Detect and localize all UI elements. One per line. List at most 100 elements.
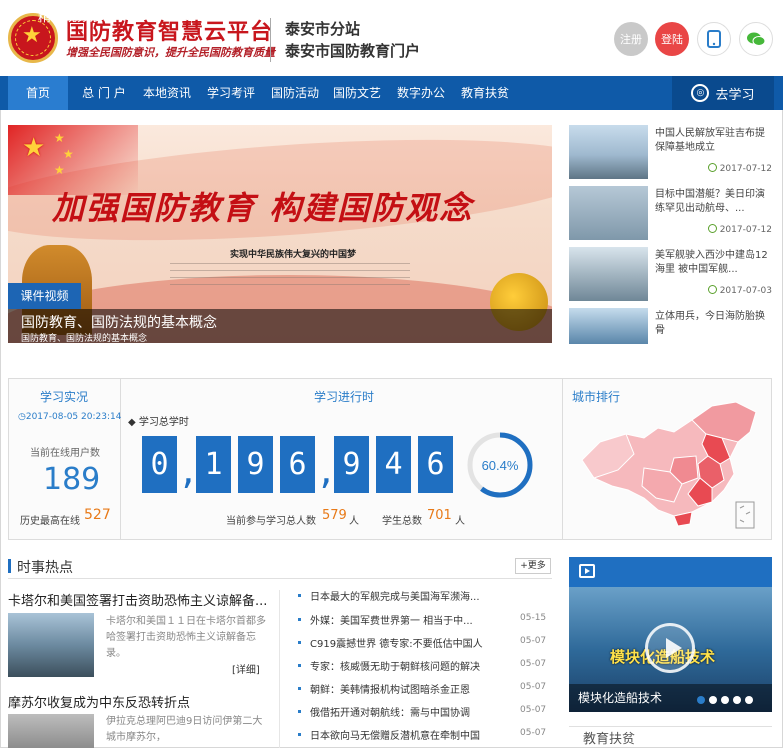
side-news-date: 2017-07-12 [707,224,772,235]
news-list-item[interactable]: 朝鲜：美韩情报机构试图暗杀金正恩 05-07 [298,681,546,697]
lead-news-thumbnail[interactable] [8,613,94,677]
go-study-button[interactable]: ◎ 去学习 [672,76,774,110]
bullet-icon [298,618,301,621]
video-more-link[interactable]: 更多> [174,10,200,23]
mobile-icon[interactable] [697,22,731,56]
clock-icon [707,224,717,233]
news-title[interactable]: 日本欲向马无偿赠反潜机意在牵制中国 [310,727,486,742]
news-title[interactable]: 俄借拓开通对朝航线：需与中国协调 [310,704,486,719]
pager-dot[interactable] [733,696,741,704]
news-list-item[interactable]: C919震撼世界 德专家:不要低估中国人 05-07 [298,635,547,651]
banner-title[interactable]: 国防教育、国防法规的基本概念 [21,312,217,332]
go-study-label: 去学习 [715,87,755,103]
video-pager [697,696,753,704]
stats-divider [120,378,121,540]
side-news-item[interactable]: 目标中国潜艇？美日印演练罕见出动航母、... 2017-07-12 [569,186,774,242]
banner-subheadline: 实现中华民族伟大复兴的中国梦 [230,250,357,260]
nav-item-portal[interactable]: 总 门 户 [76,76,132,110]
clock-icon [707,163,717,172]
pager-dot[interactable] [697,696,705,704]
header-divider [270,18,271,62]
peak-online-label: 历史最高在线 [20,516,80,527]
participants-unit: 人 [349,516,359,527]
side-news-title[interactable]: 中国人民解放军驻吉布提保障基地成立 [655,127,773,155]
china-map[interactable] [574,398,766,534]
lead-news-thumbnail[interactable] [8,714,94,748]
side-news-item[interactable]: 美军舰驶入西沙中建岛12海里 被中国军舰... 2017-07-03 [569,247,774,303]
banner-text-lines [170,263,410,291]
main-nav: 首页 总 门 户 本地资讯 学习考评 国防活动 国防文艺 数字办公 教育扶贫 ◎… [0,76,783,110]
wechat-icon[interactable] [739,22,773,56]
news-date: 05-07 [520,636,547,646]
side-news-title[interactable]: 立体用兵，今日海防胎换骨 [655,310,773,338]
lead-news-detail-link[interactable]: [详细] [232,661,260,676]
site-header: ★ 国防教育智慧云平台 增强全民国防意识，提升全民国防教育质量 泰安市分站 泰安… [0,0,783,76]
counter-digit: 9 [334,436,369,493]
nav-item-poverty-edu[interactable]: 教育扶贫 [456,76,514,110]
stats-divider [562,378,563,540]
nav-item-arts[interactable]: 国防文艺 [328,76,386,110]
side-news-item[interactable]: 中国人民解放军驻吉布提保障基地成立 2017-07-12 [569,125,774,181]
participants-count: 579 [322,508,347,523]
banner-description: 国防教育、国防法规的基本概念 [21,334,148,344]
poverty-edu-title: 教育扶贫 [583,732,636,747]
hot-more-button[interactable]: +更多 [515,558,551,574]
login-button[interactable]: 登陆 [655,22,689,56]
clock-icon: ◷ [18,412,26,422]
nav-item-office[interactable]: 数字办公 [392,76,450,110]
peak-online-count: 527 [84,507,111,523]
counter-digit: 6 [280,436,315,493]
nav-item-local-news[interactable]: 本地资讯 [138,76,196,110]
news-title[interactable]: 日本最大的军舰完成与美国海军濒海... [310,588,486,603]
side-news-item[interactable]: 立体用兵，今日海防胎换骨 [569,308,774,346]
nav-item-home[interactable]: 首页 [8,76,68,110]
news-list-item[interactable]: 俄借拓开通对朝航线：需与中国协调 05-07 [298,704,546,720]
diamond-icon: ◆ [128,417,136,428]
banner-category-tag[interactable]: 课件视频 [8,283,81,309]
nav-item-activities[interactable]: 国防活动 [266,76,324,110]
lead-news-title[interactable]: 摩苏尔收复成为中东反恐转折点 [8,692,190,711]
news-title[interactable]: 专家：核威慑无助于朝鲜核问题的解决 [310,658,486,673]
pager-dot[interactable] [745,696,753,704]
bullet-icon [298,710,301,713]
pager-dot[interactable] [709,696,717,704]
lead-news-summary: 卡塔尔和美国１１日在卡塔尔首都多哈签署打击资助恐怖主义谅解备忘录。 [106,616,266,659]
news-title[interactable]: 外媒：美国军费世界第一 相当于中... [310,612,486,627]
side-news-date: 2017-07-12 [707,163,772,174]
hot-news-title: 时事热点 [17,560,73,576]
branch-name: 泰安市分站 [285,20,361,38]
side-news-title[interactable]: 目标中国潜艇？美日印演练罕见出动航母、... [655,188,773,216]
section-marker [8,559,11,573]
video-caption[interactable]: 模块化造船技术 [578,689,662,706]
news-list-item[interactable]: 日本欲向马无偿赠反潜机意在牵制中国 05-07 [298,727,547,743]
play-icon[interactable] [645,623,695,673]
counter-digit: 0 [142,436,177,493]
news-list-item[interactable]: 日本最大的军舰完成与美国海军濒海... [298,588,544,604]
news-thumbnail [569,125,648,179]
students-count: 701 [427,508,452,523]
date-text: 2017-07-03 [719,286,772,296]
news-list-item[interactable]: 专家：核威慑无助于朝鲜核问题的解决 05-07 [298,658,546,674]
side-news-title[interactable]: 美军舰驶入西沙中建岛12海里 被中国军舰... [655,249,773,277]
clock-icon [707,285,717,294]
nav-item-study-eval[interactable]: 学习考评 [202,76,260,110]
pager-dot[interactable] [721,696,729,704]
branch-portal-name: 泰安市国防教育门户 [285,42,421,60]
lead-news-title[interactable]: 卡塔尔和美国签署打击资助恐怖主义谅解备... [8,590,267,609]
news-thumbnail [569,247,648,301]
total-hours-label: ◆ 学习总学时 [128,413,189,428]
participants-label: 当前参与学习总人数 [226,516,316,527]
news-title[interactable]: C919震撼世界 德专家:不要低估中国人 [310,635,486,650]
students-label: 学生总数 [382,516,422,527]
star-icon: ★ [22,133,46,163]
news-date: 05-07 [520,728,547,738]
study-icon: ◎ [691,84,710,102]
news-title[interactable]: 朝鲜：美韩情报机构试图暗杀金正恩 [310,681,486,696]
counter-digit: 6 [418,436,453,493]
news-list-item[interactable]: 外媒：美国军费世界第一 相当于中... 05-15 [298,612,546,628]
south-sea-islands [739,505,751,523]
progress-gauge: 60.4% [467,432,533,498]
star-icon: ★ [54,163,65,177]
star-icon: ★ [63,147,74,161]
register-button[interactable]: 注册 [614,22,648,56]
